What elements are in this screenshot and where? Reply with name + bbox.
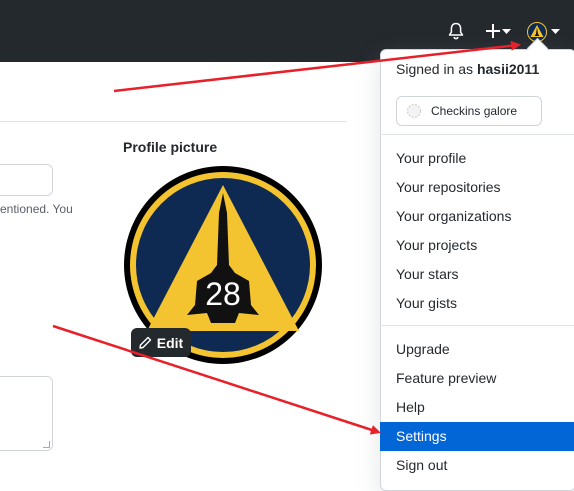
name-input[interactable]: [0, 164, 53, 196]
chevron-down-icon[interactable]: [502, 29, 511, 34]
edit-label: Edit: [156, 334, 184, 351]
field-help-text: entioned. You: [0, 202, 73, 216]
menu-divider: [380, 134, 574, 135]
menu-item-your-stars[interactable]: Your stars: [380, 260, 574, 289]
menu-item-your-projects[interactable]: Your projects: [380, 231, 574, 260]
section-divider: [0, 121, 347, 122]
menu-item-your-organizations[interactable]: Your organizations: [380, 202, 574, 231]
edit-avatar-button[interactable]: Edit: [131, 328, 191, 357]
menu-item-your-repositories[interactable]: Your repositories: [380, 173, 574, 202]
set-status-button[interactable]: Checkins galore: [396, 96, 542, 126]
pencil-icon: [139, 336, 151, 349]
menu-item-your-gists[interactable]: Your gists: [380, 289, 574, 318]
menu-divider: [380, 325, 574, 326]
status-text: Checkins galore: [431, 104, 518, 118]
bell-icon[interactable]: [448, 22, 464, 40]
username: hasii2011: [476, 61, 540, 77]
chevron-down-icon[interactable]: [551, 29, 560, 34]
signed-in-prefix: Signed in as: [396, 61, 474, 77]
menu-item-your-profile[interactable]: Your profile: [380, 144, 574, 173]
menu-item-feature-preview[interactable]: Feature preview: [380, 364, 574, 393]
profile-picture-label: Profile picture: [123, 139, 218, 155]
status-emoji-icon: [407, 104, 421, 118]
menu-item-settings[interactable]: Settings: [380, 422, 574, 451]
bio-textarea[interactable]: [0, 376, 53, 451]
avatar-number: 28: [205, 276, 241, 312]
menu-item-sign-out[interactable]: Sign out: [380, 451, 574, 480]
menu-item-upgrade[interactable]: Upgrade: [380, 335, 574, 364]
menu-item-help[interactable]: Help: [380, 393, 574, 422]
signed-in-header: Signed in as hasii2011: [396, 61, 539, 77]
plus-icon[interactable]: [485, 23, 501, 39]
